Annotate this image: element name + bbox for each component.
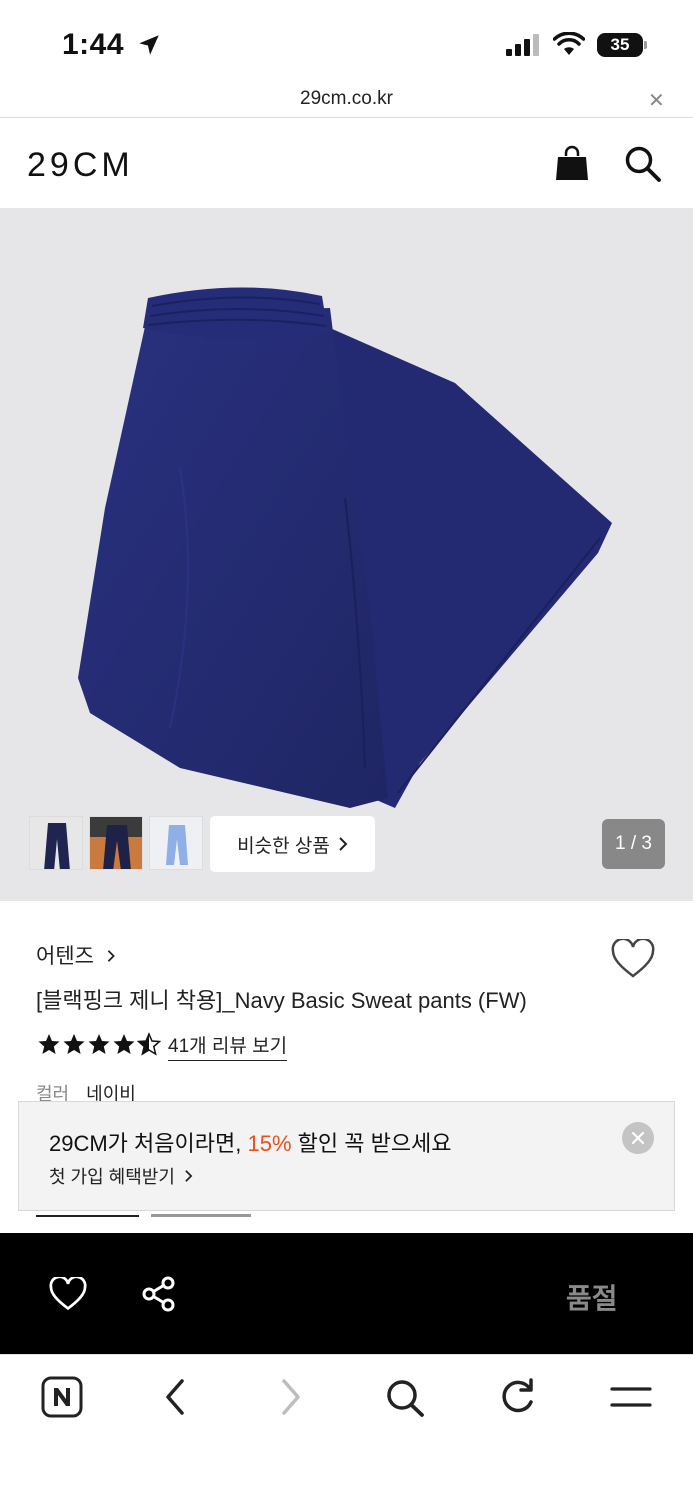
chevron-right-icon xyxy=(339,837,348,851)
site-header: 29CM xyxy=(0,118,693,208)
chevron-right-icon xyxy=(185,1170,193,1182)
option-swatch-1[interactable] xyxy=(36,1212,139,1217)
product-title: [블랙핑크 제니 착용]_Navy Basic Sweat pants (FW) xyxy=(36,988,527,1013)
purchase-action-bar: 품절 xyxy=(0,1233,693,1354)
menu-icon[interactable] xyxy=(610,1375,652,1419)
location-arrow-icon xyxy=(139,35,159,55)
promo-headline-prefix: 29CM가 처음이라면, xyxy=(49,1131,248,1156)
promo-headline-suffix: 할인 꼭 받으세요 xyxy=(291,1131,452,1156)
battery-tip xyxy=(644,41,647,49)
review-link[interactable]: 41개 리뷰 보기 xyxy=(168,1031,288,1061)
thumbnail-1-image xyxy=(30,817,82,869)
sweat-pants-illustration xyxy=(78,287,612,808)
star-icon xyxy=(63,1034,85,1054)
brand-name: 어텐즈 xyxy=(36,945,94,968)
forward-arrow-icon[interactable] xyxy=(276,1375,306,1419)
promo-discount: 15% xyxy=(247,1131,292,1156)
like-heart-icon[interactable] xyxy=(611,939,655,979)
share-icon[interactable] xyxy=(140,1275,178,1313)
sold-out-label: 품절 xyxy=(566,1283,618,1314)
wifi-icon xyxy=(553,32,585,55)
shopping-bag-icon[interactable] xyxy=(555,145,589,181)
browser-toolbar xyxy=(0,1354,693,1500)
search-icon[interactable] xyxy=(384,1375,426,1419)
status-bar: 1:44 35 xyxy=(0,0,693,80)
refresh-icon[interactable] xyxy=(497,1375,537,1419)
back-arrow-icon[interactable] xyxy=(160,1375,190,1419)
status-time: 1:44 xyxy=(62,28,125,61)
promo-close-button[interactable] xyxy=(622,1122,654,1154)
naver-home-icon[interactable] xyxy=(40,1375,84,1419)
search-icon[interactable] xyxy=(624,145,662,183)
half-star-icon xyxy=(137,1032,161,1056)
brand-link[interactable]: 어텐즈 xyxy=(36,940,116,970)
product-image[interactable] xyxy=(0,208,693,901)
promo-signup-label: 첫 가입 혜택받기 xyxy=(49,1167,175,1187)
similar-products-button[interactable]: 비슷한 상품 xyxy=(210,816,375,872)
star-icon xyxy=(113,1034,135,1054)
star-icon xyxy=(88,1034,110,1054)
url-text[interactable]: 29cm.co.kr xyxy=(0,88,693,110)
close-icon[interactable]: ✕ xyxy=(648,88,665,113)
rating-stars xyxy=(37,1032,161,1056)
battery-icon: 35 xyxy=(597,33,643,57)
thumbnail-1[interactable] xyxy=(29,816,83,870)
promo-headline: 29CM가 처음이라면, 15% 할인 꼭 받으세요 xyxy=(49,1126,452,1158)
thumbnail-2[interactable] xyxy=(89,816,143,870)
star-icon xyxy=(38,1034,60,1054)
chevron-right-icon xyxy=(107,950,115,962)
thumbnail-2-image xyxy=(90,817,142,869)
image-pager: 1 / 3 xyxy=(602,819,665,869)
url-bar[interactable]: 29cm.co.kr ✕ xyxy=(0,80,693,118)
signup-promo-banner[interactable]: 29CM가 처음이라면, 15% 할인 꼭 받으세요 첫 가입 혜택받기 xyxy=(18,1101,675,1211)
thumbnail-3[interactable] xyxy=(149,816,203,870)
thumbnail-3-image xyxy=(150,817,202,869)
logo[interactable]: 29CM xyxy=(27,146,134,185)
similar-products-label: 비슷한 상품 xyxy=(237,835,330,857)
cellular-signal-icon xyxy=(506,34,539,56)
option-swatch-2[interactable] xyxy=(151,1212,251,1217)
promo-signup-link[interactable]: 첫 가입 혜택받기 xyxy=(49,1163,193,1189)
heart-icon[interactable] xyxy=(49,1277,87,1311)
close-icon xyxy=(631,1131,645,1145)
